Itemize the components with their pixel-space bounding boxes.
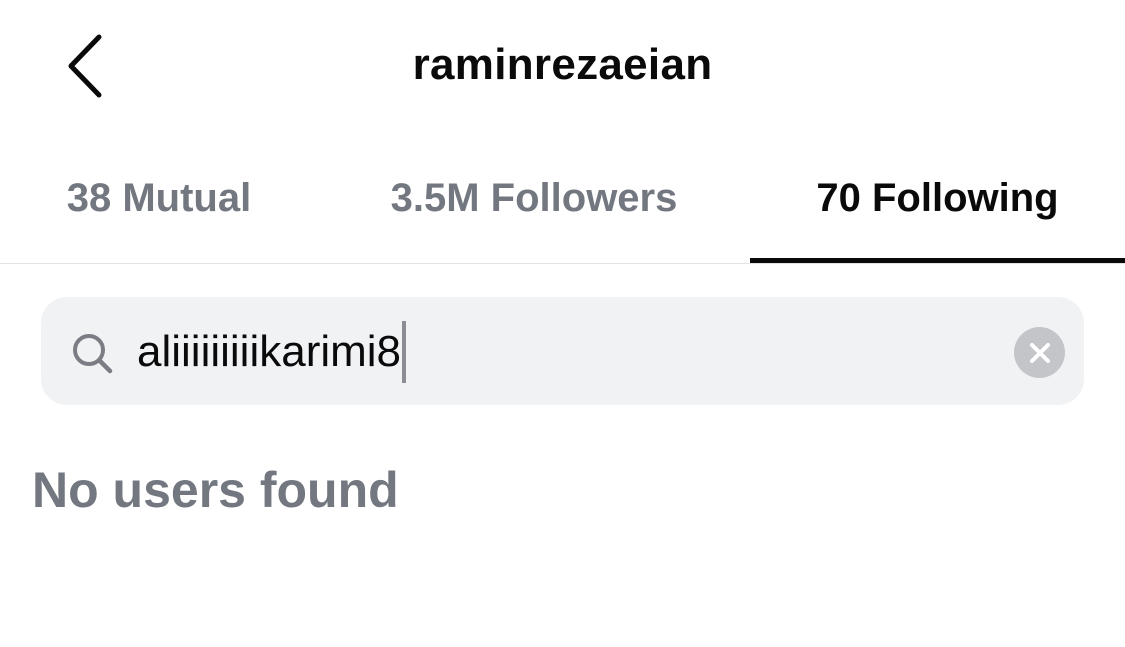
tab-mutual[interactable]: 38 Mutual xyxy=(0,150,318,263)
active-tab-indicator xyxy=(750,258,1125,263)
tab-bar: 38 Mutual 3.5M Followers 70 Following xyxy=(0,150,1125,264)
tab-followers[interactable]: 3.5M Followers xyxy=(340,150,728,263)
tab-following[interactable]: 70 Following xyxy=(750,150,1125,263)
header: raminrezaeian xyxy=(0,0,1125,135)
text-caret xyxy=(402,321,407,383)
close-icon xyxy=(1029,342,1050,363)
clear-search-button[interactable] xyxy=(1014,327,1065,378)
empty-results-message: No users found xyxy=(32,462,399,518)
search-input-value: aliiiiiiiiikarimi8 xyxy=(137,327,402,376)
page-title: raminrezaeian xyxy=(412,40,713,89)
search-icon xyxy=(73,334,113,374)
search-input[interactable]: aliiiiiiiiikarimi8 xyxy=(137,321,997,383)
